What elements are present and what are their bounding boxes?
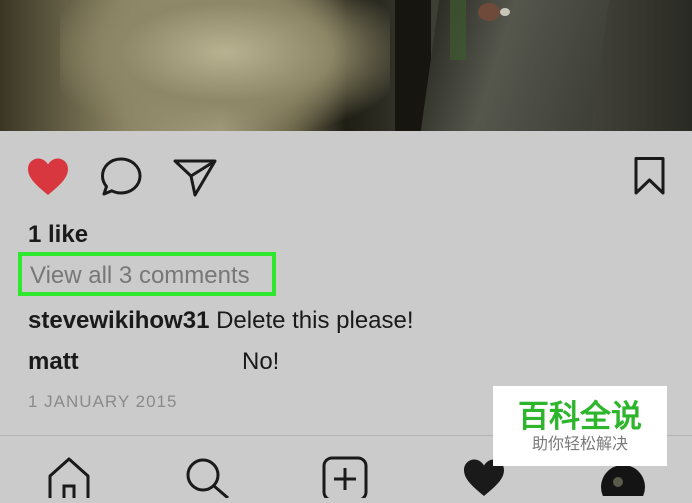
profile-avatar[interactable] [600,464,646,503]
add-post-icon[interactable] [322,456,368,503]
view-all-comments-label: View all 3 comments [30,262,250,289]
comment-bubble-icon[interactable] [100,156,144,203]
likes-count[interactable]: 1 like [28,221,88,249]
comment-username[interactable]: stevewikihow31 [28,307,209,334]
bookmark-icon[interactable] [632,156,668,201]
comment-username[interactable]: matt [28,348,79,375]
photo-green-stripe [450,0,466,60]
watermark-title: 百科全说 [518,399,642,435]
heart-filled-icon[interactable] [26,157,70,202]
photo-object [478,3,500,21]
home-icon[interactable] [46,456,92,503]
search-icon[interactable] [184,456,230,503]
photo-object-highlight [500,8,510,16]
view-all-comments-link[interactable]: View all 3 comments [18,252,276,296]
comment-text: No! [242,348,280,375]
watermark-logo: 百科全说 助你轻松解决 [493,386,667,466]
photo-wall [60,0,390,131]
comment-row: stevewikihow31 Delete this please! [28,307,414,335]
comment-text: Delete this please! [216,307,414,334]
paper-plane-icon[interactable] [172,158,218,203]
post-photo[interactable] [0,0,692,131]
comment-row: matt No! [28,348,279,376]
post-action-bar [0,148,692,204]
watermark-subtitle: 助你轻松解决 [531,434,628,453]
post-date: 1 JANUARY 2015 [28,392,178,411]
